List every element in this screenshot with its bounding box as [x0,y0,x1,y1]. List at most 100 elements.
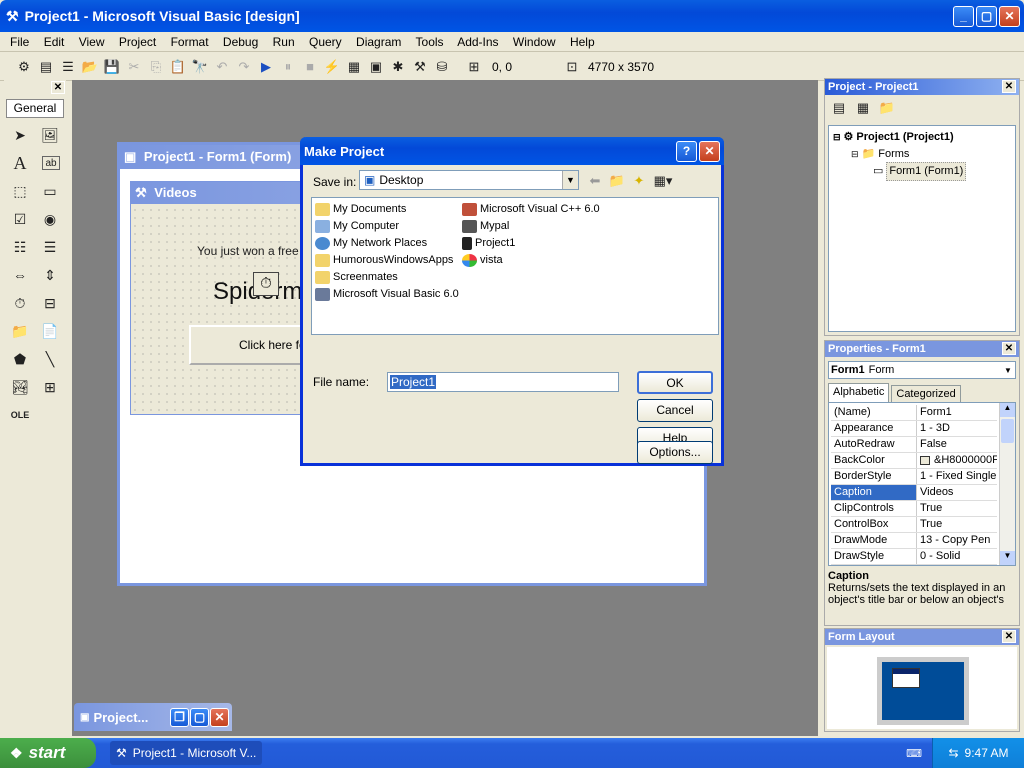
form-position-preview[interactable] [892,668,920,688]
prize-label[interactable]: You just won a free m [197,244,312,258]
save-icon[interactable]: 💾 [102,57,122,77]
menu-help[interactable]: Help [570,35,595,49]
break-icon[interactable]: ⏸ [278,57,298,77]
shape-tool-icon[interactable]: ⬟ [7,346,33,372]
restore-button[interactable]: ❐ [170,707,189,727]
property-value[interactable]: 13 - Copy Pen [917,533,997,548]
line-tool-icon[interactable]: ╲ [37,346,63,372]
menu-debug[interactable]: Debug [223,35,258,49]
property-row[interactable]: BorderStyle 1 - Fixed Single [831,469,997,485]
property-row[interactable]: DrawMode 13 - Copy Pen [831,533,997,549]
property-row[interactable]: Appearance 1 - 3D [831,421,997,437]
properties-scrollbar[interactable]: ▲ ▼ [999,403,1015,565]
properties-panel-close-button[interactable]: ✕ [1002,342,1016,355]
form-layout-icon[interactable]: ▣ [366,57,386,77]
pointer-tool-icon[interactable]: ➤ [7,122,33,148]
start-icon[interactable]: ▶ [256,57,276,77]
property-row[interactable]: ClipControls True [831,501,997,517]
toolbox-icon[interactable]: ⚒ [410,57,430,77]
property-value[interactable]: True [917,501,997,516]
cancel-button[interactable]: Cancel [637,399,713,422]
tree-item[interactable]: ▭ Form1 (Form1) [833,162,1011,181]
menu-file[interactable]: File [10,35,29,49]
close-button[interactable]: ✕ [999,5,1020,27]
view-code-icon[interactable]: ▤ [829,98,849,118]
start-button[interactable]: ❖ start [0,738,96,768]
list-item[interactable]: Microsoft Visual C++ 6.0 [462,201,600,218]
object-selector[interactable]: Form1 Form ▼ [828,361,1016,379]
menu-tools[interactable]: Tools [416,35,444,49]
property-row[interactable]: BackColor &H8000000F [831,453,997,469]
menu-addins[interactable]: Add-Ins [457,35,498,49]
maximize-button[interactable]: ▢ [190,707,209,727]
redo-icon[interactable]: ↷ [234,57,254,77]
project-tree[interactable]: ⊟ ⚙ Project1 (Project1) ⊟ 📁 Forms ▭ Form… [828,125,1016,332]
properties-grid[interactable]: (Name) Form1 Appearance 1 - 3D AutoRedraw Fal… [828,402,1016,566]
property-value[interactable]: 0 - Solid [917,549,997,564]
toggle-folders-icon[interactable]: 📁 [877,98,897,118]
toolbox-close-button[interactable]: ✕ [51,81,65,94]
list-item[interactable]: My Network Places [315,235,459,252]
property-row[interactable]: DrawStyle 0 - Solid [831,549,997,565]
back-icon[interactable]: ⬅ [585,171,605,191]
menu-window[interactable]: Window [513,35,556,49]
property-value[interactable]: 1 - 3D [917,421,997,436]
hscrollbar-tool-icon[interactable]: ⇔ [7,262,33,288]
picturebox-tool-icon[interactable]: 🖼 [37,122,63,148]
vb-app-icon[interactable]: ⚒ [6,8,19,25]
list-item[interactable]: HumorousWindowsApps [315,252,459,269]
vscrollbar-tool-icon[interactable]: ⇕ [37,262,63,288]
options-button[interactable]: Options... [637,441,713,464]
dialog-close-button[interactable]: ✕ [699,140,720,162]
property-value[interactable]: True [917,517,997,532]
chevron-down-icon[interactable]: ▼ [562,171,578,189]
property-row[interactable]: ControlBox True [831,517,997,533]
tree-folder[interactable]: ⊟ 📁 Forms [833,146,1011,163]
project-explorer-icon[interactable]: ⚡ [322,57,342,77]
collapse-icon[interactable]: ⊟ [833,129,841,146]
timer-tool-icon[interactable]: ⏱ [7,290,33,316]
find-icon[interactable]: 🔭 [190,57,210,77]
clock[interactable]: 9:47 AM [965,746,1009,760]
filelistbox-tool-icon[interactable]: 📄 [37,318,63,344]
combobox-tool-icon[interactable]: ☷ [7,234,33,260]
undo-icon[interactable]: ↶ [212,57,232,77]
property-value[interactable]: Form1 [917,405,997,420]
data-view-icon[interactable]: ⛁ [432,57,452,77]
view-object-icon[interactable]: ▦ [853,98,873,118]
cut-icon[interactable]: ✂ [124,57,144,77]
add-form-icon[interactable]: ▤ [36,57,56,77]
close-button[interactable]: ✕ [210,707,229,727]
taskbar-item-vb[interactable]: ⚒ Project1 - Microsoft V... [110,741,262,765]
minimize-button[interactable]: _ [953,5,974,27]
list-item[interactable]: vista [462,252,600,269]
frame-tool-icon[interactable]: ⬚ [7,178,33,204]
tree-root[interactable]: ⊟ ⚙ Project1 (Project1) [833,129,1011,146]
checkbox-tool-icon[interactable]: ☑ [7,206,33,232]
menu-format[interactable]: Format [171,35,209,49]
keyboard-icon[interactable]: ⌨ [906,747,922,760]
listbox-tool-icon[interactable]: ☰ [37,234,63,260]
add-project-icon[interactable]: ⚙ [14,57,34,77]
list-item[interactable]: Screenmates [315,269,459,286]
minimized-project-window[interactable]: ▣ Project... ❐ ▢ ✕ [74,703,232,731]
textbox-tool-icon[interactable]: ab [42,156,60,170]
menu-diagram[interactable]: Diagram [356,35,401,49]
file-name-input[interactable]: Project1 [387,372,619,392]
scroll-thumb[interactable] [1001,419,1014,443]
menu-query[interactable]: Query [309,35,342,49]
list-item[interactable]: My Computer [315,218,459,235]
property-value[interactable]: False [917,437,997,452]
image-tool-icon[interactable]: 🏞 [7,374,33,400]
open-icon[interactable]: 📂 [80,57,100,77]
menu-run[interactable]: Run [273,35,295,49]
timer-control-icon[interactable]: ⏱ [253,272,279,296]
ok-button[interactable]: OK [637,371,713,394]
stop-icon[interactable]: ■ [300,57,320,77]
up-folder-icon[interactable]: 📁 [607,171,627,191]
menu-view[interactable]: View [79,35,105,49]
dirlistbox-tool-icon[interactable]: 📁 [7,318,33,344]
label-tool-icon[interactable]: A [7,150,33,176]
view-menu-icon[interactable]: ▦▾ [653,171,673,191]
list-item[interactable]: Mypal [462,218,600,235]
